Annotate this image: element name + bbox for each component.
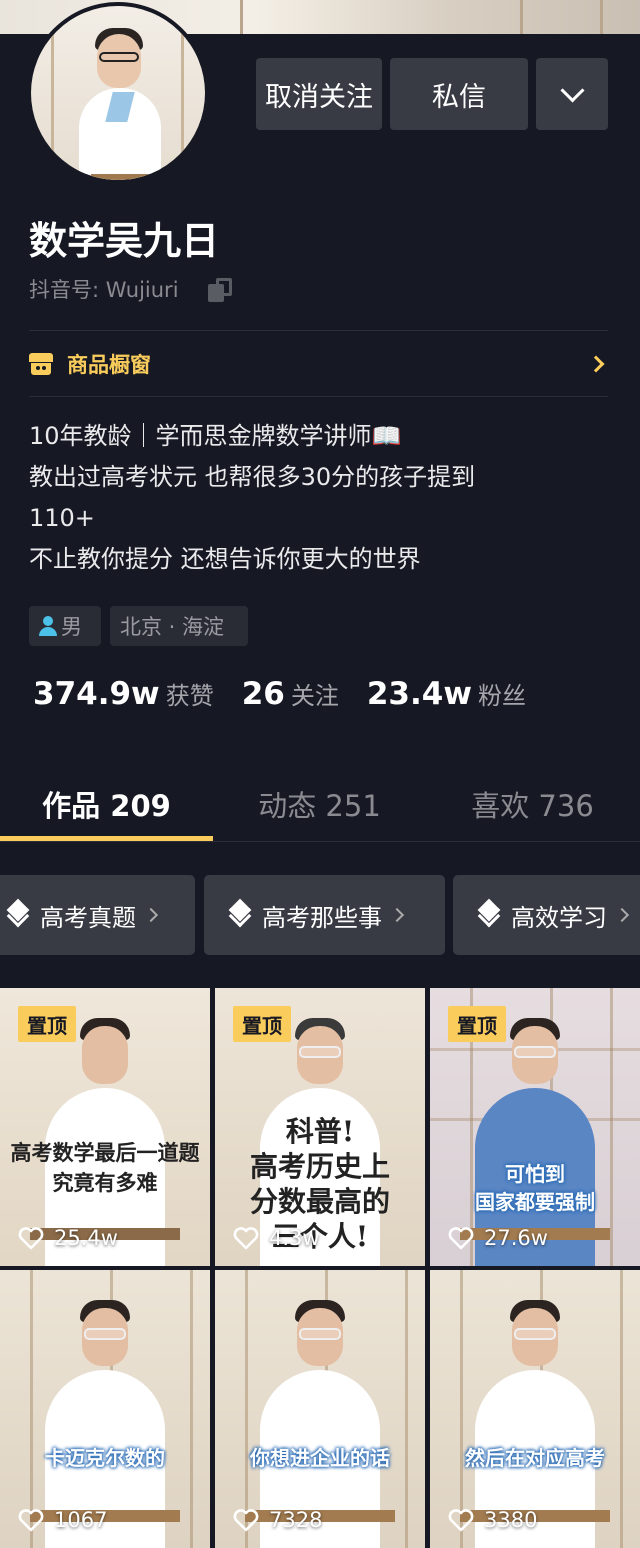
gender-label: 男 xyxy=(61,615,82,639)
douyin-id: 抖音号: Wujiuri xyxy=(29,278,179,302)
heart-icon xyxy=(18,1227,44,1250)
video-thumbnail[interactable]: 置顶 高考数学最后一道题 究竟有多难 25.4w xyxy=(0,988,210,1266)
video-thumbnail[interactable]: 卡迈克尔数的 1067 xyxy=(0,1270,210,1548)
video-thumbnail[interactable]: 然后在对应高考 3380 xyxy=(430,1270,640,1548)
bio: 10年教龄｜学而思金牌数学讲师📖 教出过高考状元 也帮很多30分的孩子提到 11… xyxy=(29,416,609,580)
video-likes: 3380 xyxy=(448,1508,537,1532)
video-thumbnail[interactable]: 置顶 科普! 高考历史上 分数最高的 三个人! 4.3w xyxy=(215,988,425,1266)
person-icon xyxy=(39,616,57,636)
video-likes: 27.6w xyxy=(448,1226,548,1250)
stack-icon xyxy=(477,898,503,928)
following-label: 关注 xyxy=(290,682,339,710)
collection-chip-gaokao-stories[interactable]: 高考那些事 xyxy=(204,875,445,955)
chevron-right-icon xyxy=(587,355,605,373)
heart-icon xyxy=(18,1509,44,1532)
location-tag: 北京 · 海淀 xyxy=(110,606,248,646)
video-caption: 可怕到 国家都要强制 xyxy=(475,1162,595,1214)
tab-likes[interactable]: 喜欢 736 xyxy=(426,770,639,838)
likes-count[interactable]: 374.9w xyxy=(33,676,160,712)
divider xyxy=(0,841,640,842)
bio-line: 教出过高考状元 也帮很多30分的孩子提到 xyxy=(29,463,476,491)
video-likes: 1067 xyxy=(18,1508,107,1532)
bio-line: 110+ xyxy=(29,504,95,532)
stack-icon xyxy=(6,898,32,928)
video-caption: 高考数学最后一道题 究竟有多难 xyxy=(10,1140,200,1195)
unfollow-button[interactable]: 取消关注 xyxy=(256,58,382,130)
followers-label: 粉丝 xyxy=(477,682,526,710)
message-button[interactable]: 私信 xyxy=(390,58,528,130)
chevron-right-icon xyxy=(143,907,159,923)
profile-tabs: 作品 209 动态 251 喜欢 736 xyxy=(0,770,640,842)
collection-label: 高效学习 xyxy=(511,903,607,932)
video-caption: 卡迈克尔数的 xyxy=(45,1446,165,1470)
video-thumbnail[interactable]: 你想进企业的话 7328 xyxy=(215,1270,425,1548)
pinned-badge: 置顶 xyxy=(18,1006,76,1042)
gender-tag: 男 xyxy=(29,606,101,646)
collection-label: 高考那些事 xyxy=(262,903,382,932)
more-button[interactable] xyxy=(536,58,608,130)
video-caption: 你想进企业的话 xyxy=(250,1446,390,1470)
collection-chip-gaokao-questions[interactable]: 高考真题 xyxy=(0,875,195,955)
pinned-badge: 置顶 xyxy=(233,1006,291,1042)
video-caption: 然后在对应高考 xyxy=(465,1446,605,1470)
collection-chip-efficient-study[interactable]: 高效学习 xyxy=(453,875,640,955)
video-likes: 25.4w xyxy=(18,1226,118,1250)
heart-icon xyxy=(448,1509,474,1532)
collection-label: 高考真题 xyxy=(40,903,136,932)
tab-activity[interactable]: 动态 251 xyxy=(213,770,426,838)
pinned-badge: 置顶 xyxy=(448,1006,506,1042)
bio-line: 10年教龄｜学而思金牌数学讲师📖 xyxy=(29,422,402,450)
heart-icon xyxy=(233,1509,259,1532)
video-thumbnail[interactable]: 置顶 可怕到 国家都要强制 27.6w xyxy=(430,988,640,1266)
chevron-down-icon xyxy=(559,77,585,103)
likes-label: 获赞 xyxy=(165,682,214,710)
avatar[interactable] xyxy=(27,2,209,184)
divider xyxy=(29,330,608,331)
followers-count[interactable]: 23.4w xyxy=(367,676,472,712)
heart-icon xyxy=(233,1227,259,1250)
stack-icon xyxy=(228,898,254,928)
chevron-right-icon xyxy=(614,907,630,923)
chevron-right-icon xyxy=(389,907,405,923)
copy-icon[interactable] xyxy=(208,278,234,302)
shop-icon xyxy=(29,353,53,375)
shop-window-row[interactable]: 商品橱窗 xyxy=(29,332,608,396)
following-count[interactable]: 26 xyxy=(242,676,285,712)
video-likes: 7328 xyxy=(233,1508,322,1532)
bio-line: 不止教你提分 还想告诉你更大的世界 xyxy=(29,545,421,573)
divider xyxy=(29,396,608,397)
tab-works[interactable]: 作品 209 xyxy=(0,770,213,838)
shop-window-label: 商品橱窗 xyxy=(67,353,151,377)
location-label: 北京 · 海淀 xyxy=(120,615,225,639)
stats-row: 374.9w 获赞 26 关注 23.4w 粉丝 xyxy=(33,676,554,722)
profile-name: 数学吴九日 xyxy=(29,219,220,263)
heart-icon xyxy=(448,1227,474,1250)
video-likes: 4.3w xyxy=(233,1226,320,1250)
